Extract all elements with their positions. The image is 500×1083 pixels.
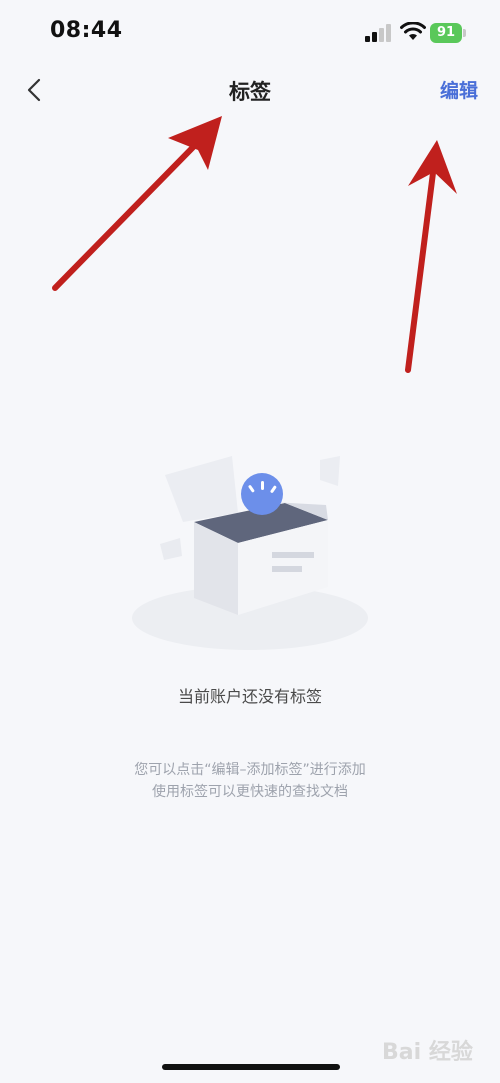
empty-state-hint: 您可以点击“编辑–添加标签”进行添加 (134, 762, 366, 778)
status-bar: 08:44 91 (0, 0, 500, 64)
arrow-to-edit (405, 140, 457, 373)
arrow-to-title (52, 116, 222, 291)
empty-box-illustration (132, 456, 368, 650)
status-time: 08:44 (50, 18, 123, 43)
wifi-icon (400, 22, 426, 40)
page-title: 标签 (229, 80, 271, 104)
watermark: Bai 经验 (382, 1040, 473, 1065)
home-indicator[interactable] (162, 1064, 340, 1070)
empty-state-hint-secondary: 使用标签可以更快速的查找文档 (152, 784, 348, 800)
empty-state-message: 当前账户还没有标签 (177, 687, 322, 706)
cellular-signal-icon (365, 24, 391, 42)
edit-button[interactable]: 编辑 (440, 76, 478, 103)
nav-bar: 标签 编辑 (0, 64, 500, 116)
battery-charging-icon: 91 (430, 23, 466, 43)
battery-level: 91 (430, 23, 462, 43)
